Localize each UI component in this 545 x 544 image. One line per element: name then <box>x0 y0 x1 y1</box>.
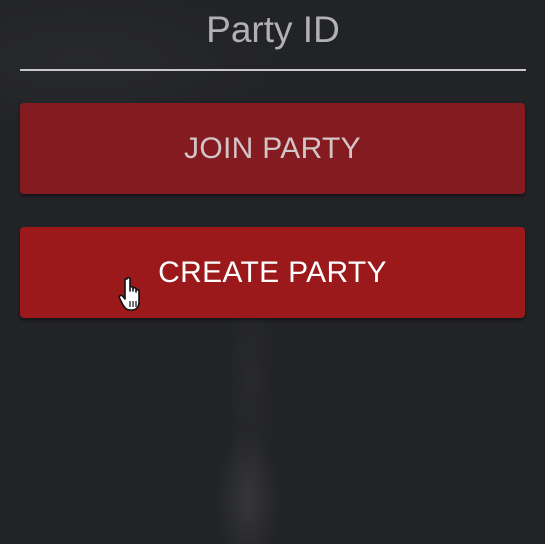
join-party-label: JOIN PARTY <box>184 131 361 165</box>
join-party-button[interactable]: JOIN PARTY <box>20 103 525 194</box>
party-id-input[interactable] <box>20 0 526 60</box>
create-party-button[interactable]: CREATE PARTY <box>20 227 525 318</box>
hand-pointer-icon <box>118 276 140 311</box>
party-id-field[interactable] <box>20 0 526 71</box>
create-party-label: CREATE PARTY <box>158 255 387 289</box>
